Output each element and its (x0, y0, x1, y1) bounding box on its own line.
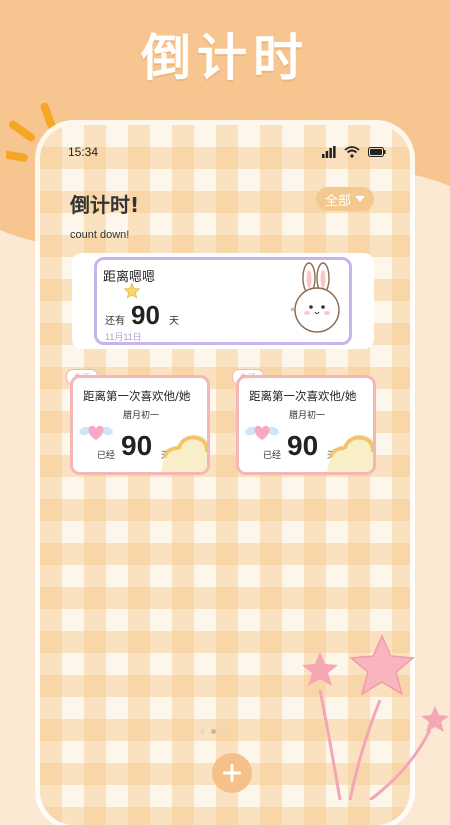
countdown-card-main-inner: 距离嗯嗯 还有 90 天 11月11日 (94, 257, 352, 345)
hill-decoration (327, 434, 373, 472)
card-date: 11月11日 (105, 332, 142, 342)
filter-dropdown[interactable]: 全部 (316, 187, 374, 211)
page-title: 倒计时! (70, 193, 140, 217)
card-prefix: 还有 (105, 316, 125, 327)
page-dot (200, 729, 205, 734)
promo-title: 倒计时 (141, 29, 309, 87)
bunny-icon (290, 262, 340, 333)
status-icons (322, 146, 386, 158)
signal-icon (322, 146, 336, 158)
page-dot-active (211, 729, 216, 734)
plus-icon (223, 764, 241, 782)
filter-label: 全部 (324, 193, 351, 209)
heart-icon (79, 425, 113, 440)
flower-icon (302, 634, 449, 800)
battery-icon (368, 147, 386, 157)
countdown-card[interactable]: 距离第一次喜欢他/她 腊月初一 已经 90 天 (70, 375, 210, 475)
chevron-down-icon (355, 196, 365, 202)
star-icon (123, 282, 141, 299)
card-lunar-date: 腊月初一 (289, 411, 326, 421)
card-days: 90 (131, 300, 160, 330)
card-days: 90 (121, 430, 153, 461)
add-button[interactable] (212, 753, 252, 793)
wifi-icon (344, 146, 360, 158)
card-title: 距离第一次喜欢他/她 (249, 389, 357, 403)
card-prefix: 已经 (263, 451, 282, 461)
card-prefix: 已经 (97, 451, 116, 461)
card-title: 距离第一次喜欢他/她 (83, 389, 191, 403)
countdown-card[interactable]: 距离第一次喜欢他/她 腊月初一 已经 90 天 (236, 375, 376, 475)
hill-decoration (161, 434, 207, 472)
status-bar: 15:34 (40, 145, 410, 165)
heart-icon (245, 425, 279, 440)
page-indicator (200, 729, 227, 734)
card-lunar-date: 腊月初一 (123, 411, 160, 421)
card-unit: 天 (169, 316, 179, 327)
page-dot (222, 729, 227, 734)
page-subtitle: count down! (70, 229, 130, 241)
card-days: 90 (287, 430, 319, 461)
countdown-card-main[interactable]: 距离嗯嗯 还有 90 天 11月11日 (72, 253, 374, 349)
status-time: 15:34 (68, 145, 99, 159)
